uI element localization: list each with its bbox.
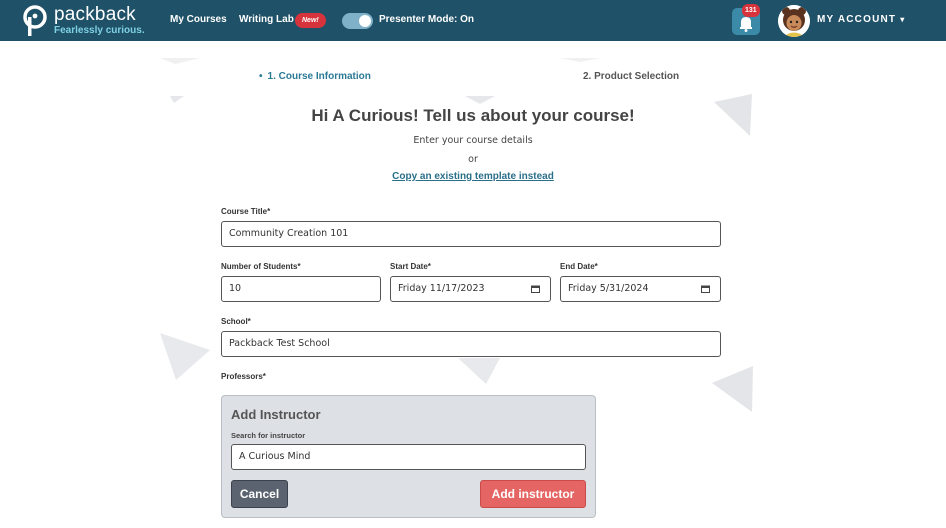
notification-count-badge: 131	[742, 4, 760, 17]
add-instructor-panel: Add Instructor Search for instructor A C…	[221, 395, 596, 518]
presenter-mode-label: Presenter Mode: On	[379, 14, 475, 25]
copy-template-link-row: Copy an existing template instead	[0, 171, 946, 182]
step-bullet: •	[259, 71, 263, 82]
logo-wordmark[interactable]: packback	[54, 4, 136, 26]
end-date-value: Friday 5/31/2024	[568, 283, 649, 294]
start-date-input[interactable]: Friday 11/17/2023	[390, 276, 551, 302]
my-account-label: MY ACCOUNT	[817, 14, 897, 25]
calendar-icon[interactable]	[701, 285, 710, 293]
logo-tagline: Fearlessly curious.	[54, 25, 145, 36]
add-instructor-title: Add Instructor	[231, 407, 321, 422]
presenter-mode-toggle[interactable]	[342, 13, 373, 29]
start-date-value: Friday 11/17/2023	[398, 283, 485, 294]
start-date-label: Start Date*	[390, 262, 431, 271]
nav-my-courses[interactable]: My Courses	[170, 14, 227, 25]
course-title-input[interactable]: Community Creation 101	[221, 221, 721, 247]
avatar[interactable]	[778, 5, 810, 37]
intro-subtext: Enter your course details	[413, 135, 533, 146]
step-label: 1. Course Information	[267, 71, 371, 82]
my-account-menu[interactable]: MY ACCOUNT ▾	[817, 14, 904, 25]
step-product-selection: 2. Product Selection	[583, 71, 680, 82]
copy-template-link[interactable]: Copy an existing template instead	[392, 171, 554, 182]
search-instructor-input[interactable]: A Curious Mind	[231, 444, 586, 470]
school-input[interactable]: Packback Test School	[221, 331, 721, 357]
calendar-icon[interactable]	[531, 285, 540, 293]
school-label: School*	[221, 317, 251, 326]
professors-label: Professors*	[221, 372, 266, 381]
num-students-label: Number of Students*	[221, 262, 301, 271]
top-navbar: packback Fearlessly curious. My Courses …	[0, 0, 946, 41]
end-date-label: End Date*	[560, 262, 598, 271]
toggle-knob	[359, 15, 371, 27]
add-instructor-button[interactable]: Add instructor	[480, 480, 586, 508]
num-students-input[interactable]: 10	[221, 276, 381, 302]
chevron-down-icon: ▾	[900, 15, 905, 24]
new-badge: New!	[295, 13, 326, 28]
avatar-face-icon	[778, 5, 810, 37]
packback-logo-icon[interactable]	[22, 5, 48, 37]
cancel-button[interactable]: Cancel	[231, 480, 288, 508]
or-separator: or	[468, 154, 478, 165]
step-course-information: • 1. Course Information	[259, 71, 371, 82]
end-date-input[interactable]: Friday 5/31/2024	[560, 276, 721, 302]
search-instructor-label: Search for instructor	[231, 431, 306, 440]
nav-writing-lab[interactable]: Writing Lab	[239, 14, 294, 25]
page-title: Hi A Curious! Tell us about your course!	[311, 106, 635, 125]
course-title-label: Course Title*	[221, 207, 271, 216]
